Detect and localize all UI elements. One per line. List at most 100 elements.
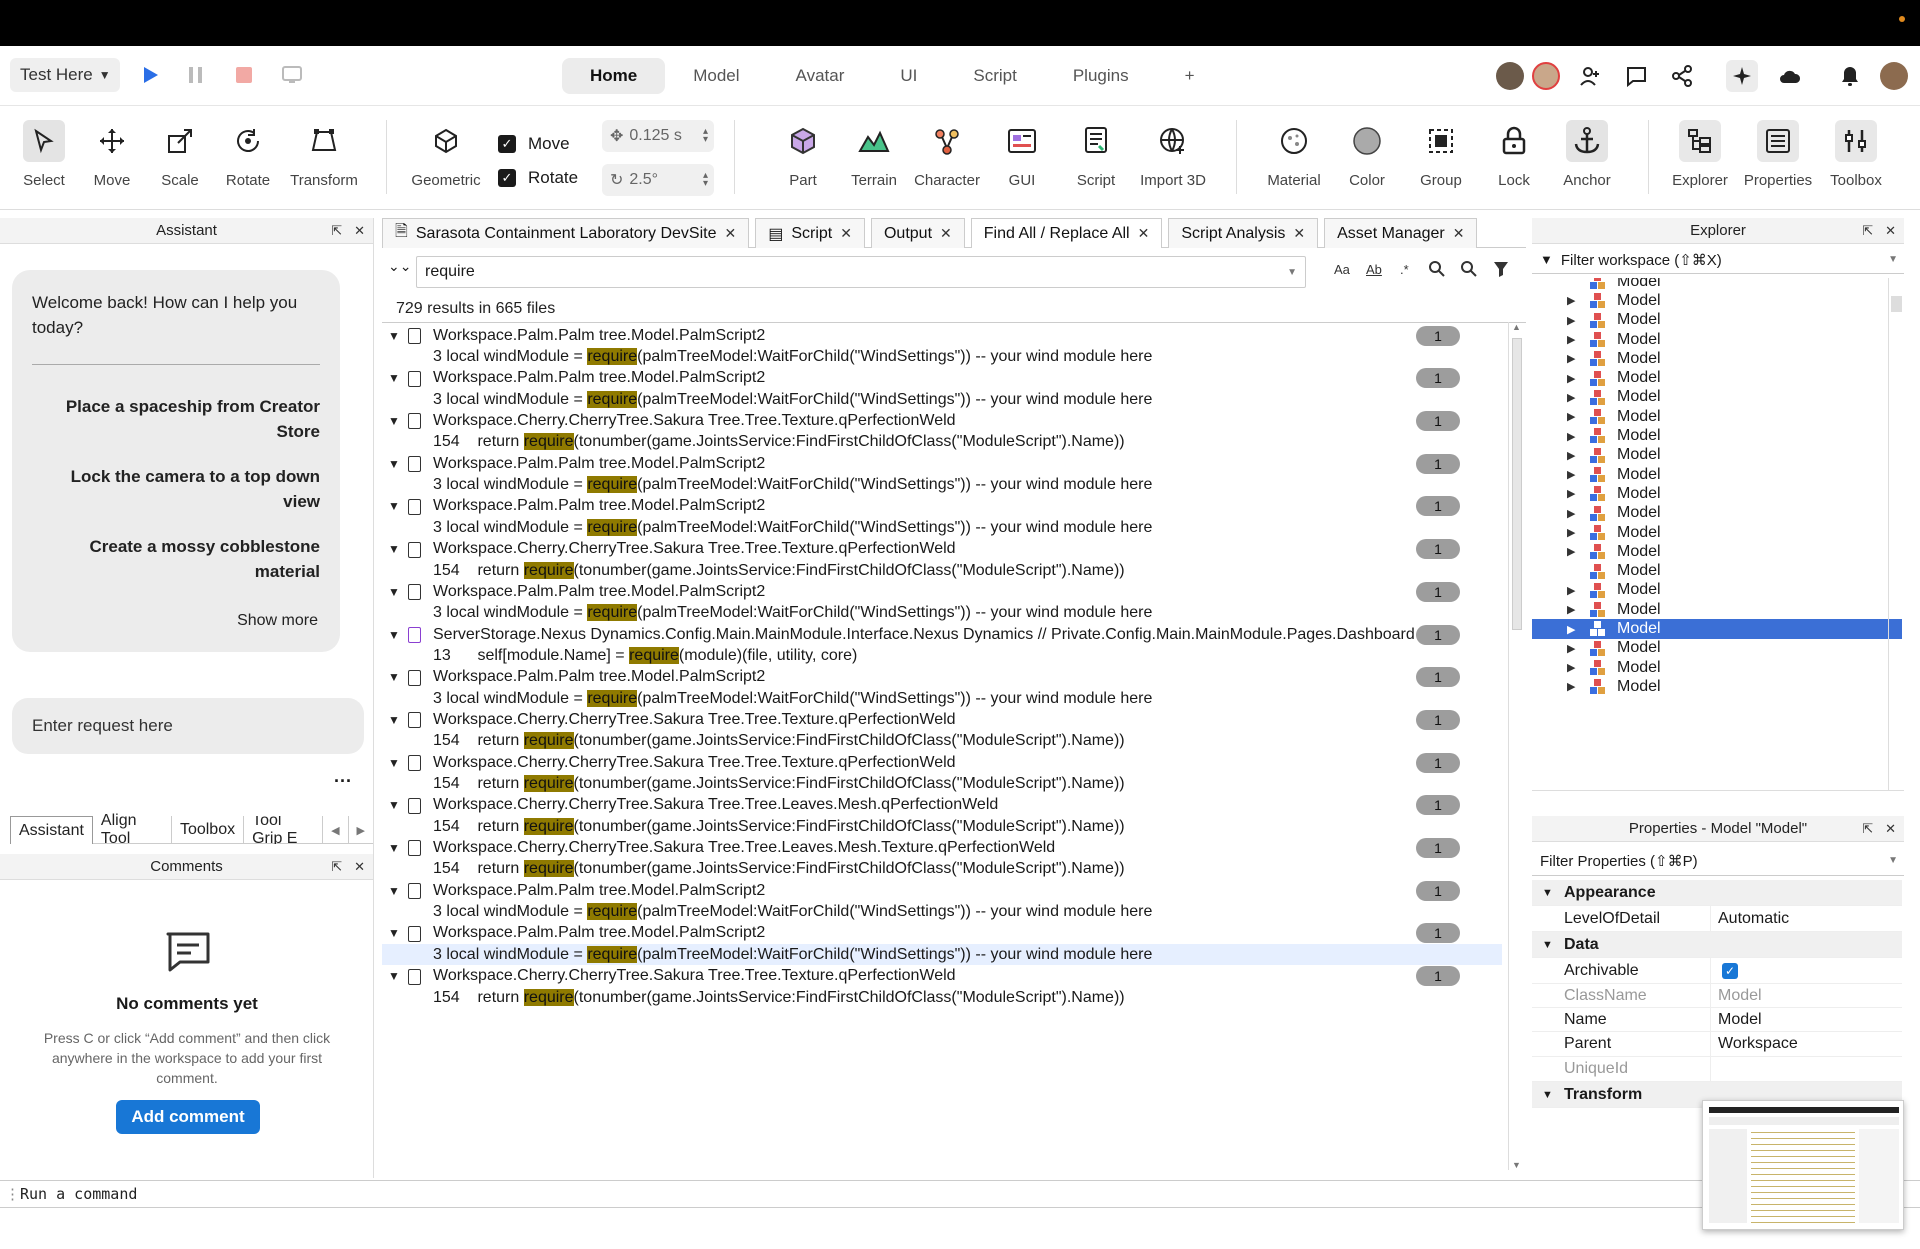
ai-sparkle-icon[interactable] [1726, 60, 1758, 92]
geometric-tool[interactable]: Geometric [411, 120, 481, 202]
close-icon[interactable]: ✕ [940, 225, 952, 242]
toolbox-toggle[interactable]: Toolbox [1824, 120, 1888, 202]
profile-avatar[interactable] [1878, 60, 1910, 92]
explorer-filter-input[interactable]: ▼ Filter workspace (⇧⌘X) ▼ [1532, 246, 1904, 274]
explorer-scrollbar[interactable] [1888, 278, 1904, 790]
explorer-toggle[interactable]: Explorer [1668, 120, 1732, 202]
chevron-right-icon[interactable]: ▶ [349, 816, 373, 844]
insert-character[interactable]: Character [914, 120, 980, 202]
expand-arrow-icon[interactable]: ▶ [1567, 410, 1575, 423]
properties-filter-input[interactable]: Filter Properties (⇧⌘P) ▼ [1532, 846, 1904, 876]
collapse-arrow-icon[interactable]: ▼ [388, 713, 400, 727]
result-line-row[interactable]: 13 self[module.Name] = require(module)(f… [382, 645, 1502, 666]
chat-icon[interactable] [1620, 60, 1652, 92]
chevron-down-icon[interactable]: ▼ [1287, 267, 1297, 278]
move-tool[interactable]: Move [80, 120, 144, 202]
collapse-arrow-icon[interactable]: ▼ [388, 414, 400, 428]
insert-part[interactable]: Part [771, 120, 835, 202]
move-snap-toggle[interactable]: ✓ Move [498, 134, 570, 154]
explorer-item-model[interactable]: ▶ Model [1532, 677, 1902, 696]
collapse-arrow-icon[interactable]: ▼ [388, 542, 400, 556]
regex-icon[interactable]: .* [1400, 262, 1409, 277]
result-file-row[interactable]: ▼ Workspace.Cherry.CherryTree.Sakura Tree… [382, 795, 1502, 816]
device-button[interactable] [276, 58, 308, 92]
explorer-item-model[interactable]: ▶ Model [1532, 388, 1902, 407]
result-file-row[interactable]: ▼ Workspace.Palm.Palm tree.Model.PalmScri… [382, 496, 1502, 517]
properties-toggle[interactable]: Properties [1744, 120, 1812, 202]
show-more-link[interactable]: Show more [237, 612, 318, 630]
pop-out-icon[interactable]: ⇱ [331, 223, 342, 239]
expand-arrow-icon[interactable]: ▶ [1567, 449, 1575, 462]
tab-output[interactable]: Output ✕ [870, 218, 965, 248]
result-file-row[interactable]: ▼ Workspace.Palm.Palm tree.Model.PalmScri… [382, 453, 1502, 474]
pop-out-icon[interactable]: ⇱ [331, 859, 342, 875]
result-file-row[interactable]: ▼ Workspace.Palm.Palm tree.Model.PalmScri… [382, 368, 1502, 389]
explorer-item-model[interactable]: ▶ Model [1532, 369, 1902, 388]
insert-script[interactable]: Script [1064, 120, 1128, 202]
suggestion-item[interactable]: Create a mossy cobblestone material [60, 534, 320, 584]
close-icon[interactable]: ✕ [1293, 225, 1305, 242]
add-comment-button[interactable]: Add comment [116, 1100, 260, 1134]
share-icon[interactable] [1666, 60, 1698, 92]
find-search-input[interactable]: require ▼ [416, 256, 1306, 288]
explorer-item-model[interactable]: ▶ Model [1532, 658, 1902, 677]
tab-script-analysis[interactable]: Script Analysis ✕ [1168, 218, 1319, 248]
property-value[interactable]: Automatic [1718, 910, 1789, 928]
results-scrollbar[interactable]: ▲ ▼ [1508, 322, 1524, 1170]
result-file-row[interactable]: ▼ Workspace.Cherry.CherryTree.Sakura Tree… [382, 539, 1502, 560]
close-icon[interactable]: ✕ [354, 859, 365, 875]
explorer-item-model[interactable]: ▶ Model [1532, 619, 1902, 639]
tab-home[interactable]: Home [562, 58, 666, 94]
user-avatar[interactable] [1530, 60, 1562, 92]
result-file-row[interactable]: ▼ Workspace.Cherry.CherryTree.Sakura Tree… [382, 966, 1502, 987]
command-bar[interactable]: ⋮ Run a command [0, 1180, 1920, 1208]
collapse-arrow-icon[interactable]: ▼ [1542, 887, 1553, 899]
window-preview-thumbnail[interactable] [1702, 1100, 1904, 1230]
import-3d[interactable]: Import 3D [1140, 120, 1206, 202]
property-row[interactable]: UniqueId [1532, 1057, 1902, 1082]
close-icon[interactable]: ✕ [1138, 225, 1150, 242]
result-line-row[interactable]: 3 local windModule = require(palmTreeMod… [382, 517, 1502, 538]
result-line-row[interactable]: 3 local windModule = require(palmTreeMod… [382, 603, 1502, 624]
tab-model[interactable]: Model [665, 58, 767, 94]
property-row[interactable]: Parent Workspace [1532, 1032, 1902, 1057]
find-next-icon[interactable] [1428, 260, 1446, 282]
tab-script[interactable]: Script [945, 58, 1044, 94]
result-line-row[interactable]: 3 local windModule = require(palmTreeMod… [382, 688, 1502, 709]
match-case-icon[interactable]: Aa [1334, 262, 1350, 277]
explorer-hscrollbar[interactable] [1532, 790, 1904, 806]
expand-arrow-icon[interactable]: ▶ [1567, 314, 1575, 327]
filter-icon[interactable] [1492, 260, 1510, 282]
close-icon[interactable]: ✕ [354, 223, 365, 239]
explorer-item-model[interactable]: Model [1532, 562, 1902, 581]
expand-arrow-icon[interactable]: ▶ [1567, 623, 1575, 636]
property-row[interactable]: ClassName Model [1532, 984, 1902, 1008]
more-options-icon[interactable]: ... [334, 766, 352, 787]
explorer-item-model[interactable]: ▶ Model [1532, 484, 1902, 503]
result-line-row[interactable]: 3 local windModule = require(palmTreeMod… [382, 474, 1502, 495]
result-line-row[interactable]: 3 local windModule = require(palmTreeMod… [382, 389, 1502, 410]
property-value[interactable]: Model [1718, 987, 1762, 1005]
add-friend-icon[interactable] [1574, 60, 1606, 92]
expand-arrow-icon[interactable]: ▶ [1567, 333, 1575, 346]
expand-arrow-icon[interactable]: ▶ [1567, 545, 1575, 558]
material-tool[interactable]: Material [1262, 120, 1326, 202]
result-file-row[interactable]: ▼ Workspace.Cherry.CherryTree.Sakura Tree… [382, 709, 1502, 730]
explorer-item-model[interactable]: Model [1532, 278, 1902, 291]
property-row[interactable]: Name Model [1532, 1008, 1902, 1032]
tab-align-tool[interactable]: Align Tool [93, 812, 172, 847]
expand-arrow-icon[interactable]: ▶ [1567, 372, 1575, 385]
explorer-item-model[interactable]: ▶ Model [1532, 291, 1902, 310]
group-tool[interactable]: Group [1409, 120, 1473, 202]
result-file-row[interactable]: ▼ Workspace.Cherry.CherryTree.Sakura Tree… [382, 410, 1502, 432]
expand-arrow-icon[interactable]: ▶ [1567, 468, 1575, 481]
expand-arrow-icon[interactable]: ▶ [1567, 680, 1575, 693]
collapse-arrow-icon[interactable]: ▼ [388, 884, 400, 898]
tab-add[interactable]: + [1157, 58, 1223, 94]
rotate-tool[interactable]: Rotate [216, 120, 280, 202]
explorer-item-model[interactable]: ▶ Model [1532, 311, 1902, 330]
collapse-arrow-icon[interactable]: ▼ [388, 969, 400, 983]
explorer-item-model[interactable]: ▶ Model [1532, 639, 1902, 658]
collapse-arrow-icon[interactable]: ▼ [388, 670, 400, 684]
tab-asset-manager[interactable]: Asset Manager ✕ [1324, 218, 1478, 248]
